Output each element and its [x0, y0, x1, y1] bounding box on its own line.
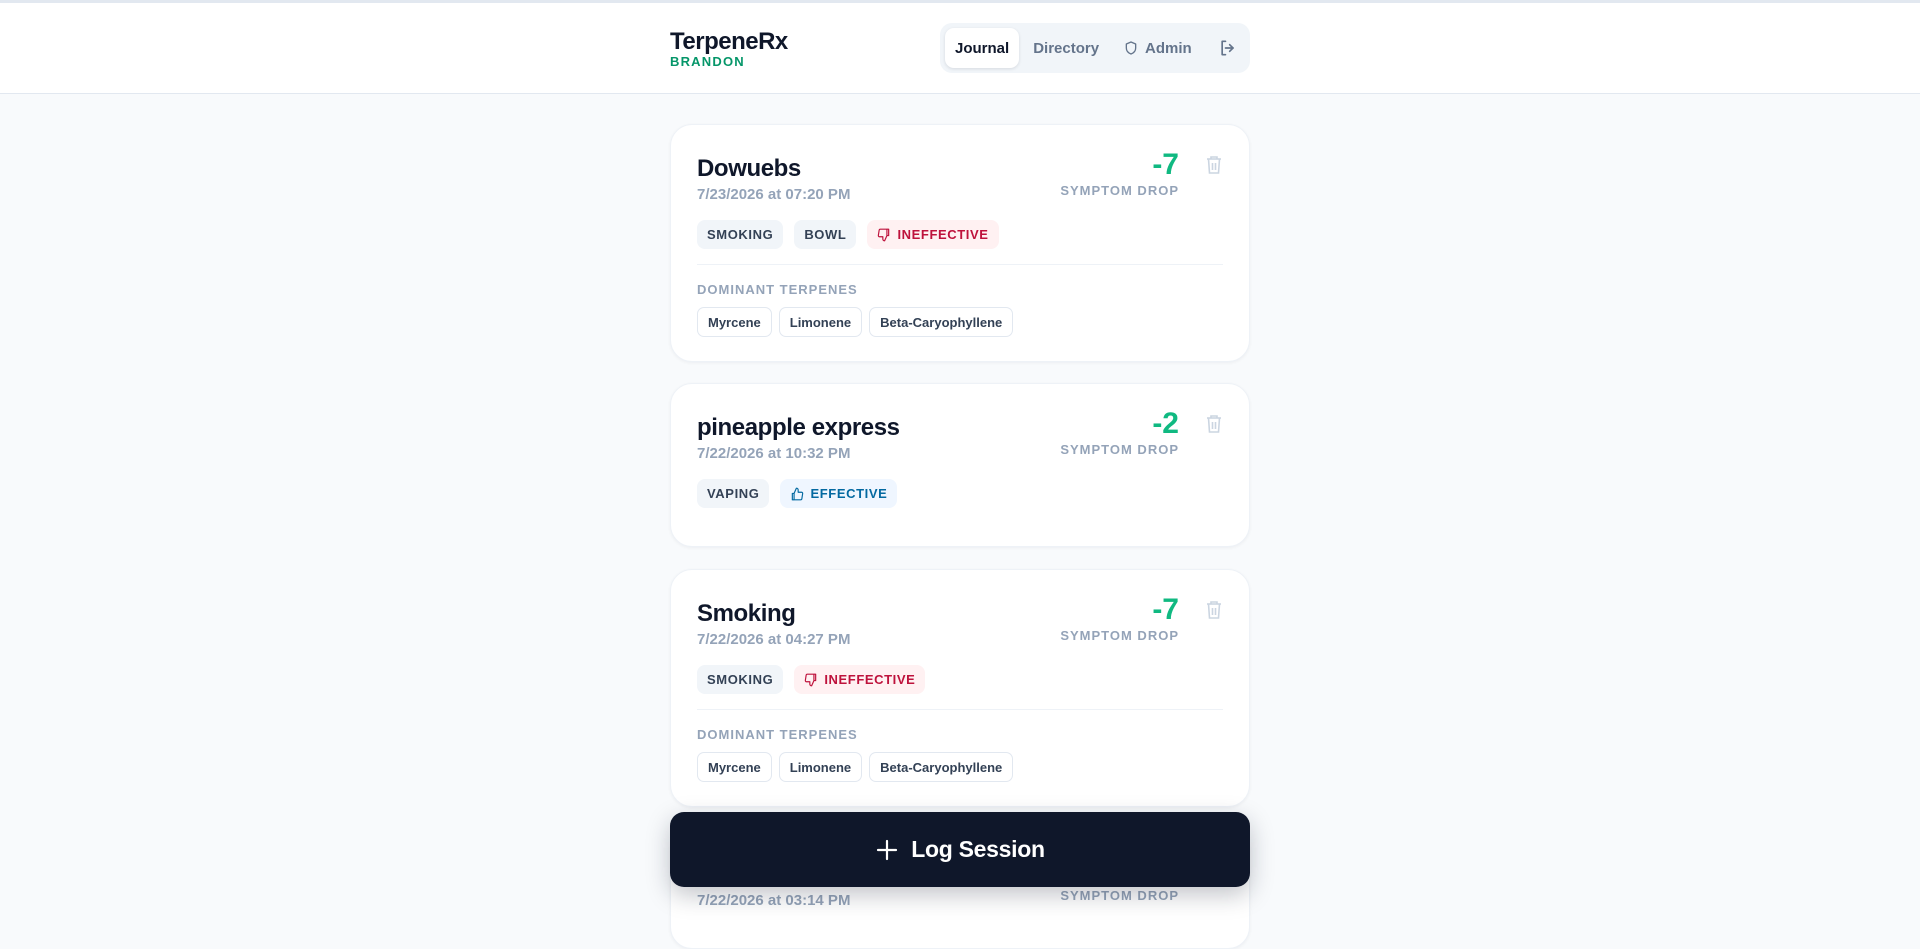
- score-label: SYMPTOM DROP: [1060, 442, 1179, 457]
- terpene-chip: Beta-Caryophyllene: [869, 307, 1014, 337]
- terpenes-label: DOMINANT TERPENES: [697, 282, 858, 297]
- symptom-score: -7: [1152, 593, 1179, 626]
- tab-directory[interactable]: Directory: [1023, 28, 1109, 68]
- terpene-chip: Limonene: [778, 307, 863, 337]
- trash-icon[interactable]: [1205, 414, 1223, 434]
- score-label: SYMPTOM DROP: [1060, 888, 1179, 903]
- logout-icon: [1221, 40, 1235, 56]
- verdict-label: INEFFECTIVE: [897, 227, 989, 242]
- logout-button[interactable]: [1212, 28, 1245, 68]
- session-date: 7/22/2026 at 10:32 PM: [697, 445, 851, 462]
- app-header: TerpeneRx BRANDON Journal Directory Admi…: [0, 3, 1920, 94]
- score-label: SYMPTOM DROP: [1060, 628, 1179, 643]
- terpene-chip: Beta-Caryophyllene: [869, 752, 1014, 782]
- trash-icon[interactable]: [1205, 600, 1223, 620]
- session-tags: SMOKING BOWL INEFFECTIVE: [697, 220, 999, 249]
- verdict-label: INEFFECTIVE: [824, 672, 916, 687]
- tab-label: Admin: [1145, 39, 1192, 57]
- symptom-score: -2: [1152, 407, 1179, 440]
- terpene-list: Myrcene Limonene Beta-Caryophyllene: [697, 307, 1014, 337]
- method-tag: SMOKING: [697, 665, 784, 694]
- session-date: 7/23/2026 at 07:20 PM: [697, 186, 851, 203]
- session-card[interactable]: Dowuebs 7/23/2026 at 07:20 PM -7 SYMPTOM…: [670, 124, 1250, 362]
- brand[interactable]: TerpeneRx BRANDON: [670, 29, 788, 69]
- session-tags: SMOKING INEFFECTIVE: [697, 665, 926, 694]
- terpene-chip: Myrcene: [697, 752, 772, 782]
- method-tag: VAPING: [697, 479, 770, 508]
- terpene-chip: Limonene: [778, 752, 863, 782]
- tab-label: Journal: [955, 39, 1010, 57]
- main-nav: Journal Directory Admin: [940, 23, 1250, 73]
- session-card[interactable]: pineapple express 7/22/2026 at 10:32 PM …: [670, 383, 1250, 547]
- verdict-label: EFFECTIVE: [810, 486, 888, 501]
- tab-journal[interactable]: Journal: [945, 28, 1020, 68]
- terpene-list: Myrcene Limonene Beta-Caryophyllene: [697, 752, 1014, 782]
- terpene-chip: Myrcene: [697, 307, 772, 337]
- divider: [697, 709, 1223, 710]
- terpenes-label: DOMINANT TERPENES: [697, 727, 858, 742]
- thumbs-down-icon: [878, 228, 890, 241]
- session-name: Smoking: [697, 600, 796, 627]
- session-date: 7/22/2026 at 03:14 PM: [697, 892, 851, 909]
- shield-icon: [1125, 41, 1137, 55]
- session-name: pineapple express: [697, 414, 900, 441]
- trash-icon[interactable]: [1205, 155, 1223, 175]
- log-session-label: Log Session: [911, 836, 1045, 862]
- session-tags: VAPING EFFECTIVE: [697, 479, 898, 508]
- log-session-button[interactable]: Log Session: [670, 812, 1250, 887]
- verdict-badge: EFFECTIVE: [780, 479, 898, 508]
- user-name: BRANDON: [670, 54, 745, 69]
- device-tag: BOWL: [794, 220, 857, 249]
- method-tag: SMOKING: [697, 220, 784, 249]
- session-date: 7/22/2026 at 04:27 PM: [697, 631, 851, 648]
- thumbs-down-icon: [805, 673, 817, 686]
- tab-label: Directory: [1033, 39, 1100, 57]
- symptom-score: -7: [1152, 148, 1179, 181]
- session-card[interactable]: Smoking 7/22/2026 at 04:27 PM -7 SYMPTOM…: [670, 569, 1250, 807]
- verdict-badge: INEFFECTIVE: [794, 665, 926, 694]
- app-name: TerpeneRx: [670, 28, 788, 55]
- score-label: SYMPTOM DROP: [1060, 183, 1179, 198]
- thumbs-up-icon: [792, 487, 804, 500]
- tab-admin[interactable]: Admin: [1113, 28, 1202, 68]
- verdict-badge: INEFFECTIVE: [867, 220, 999, 249]
- plus-icon: [877, 839, 898, 860]
- divider: [697, 264, 1223, 265]
- session-name: Dowuebs: [697, 155, 801, 182]
